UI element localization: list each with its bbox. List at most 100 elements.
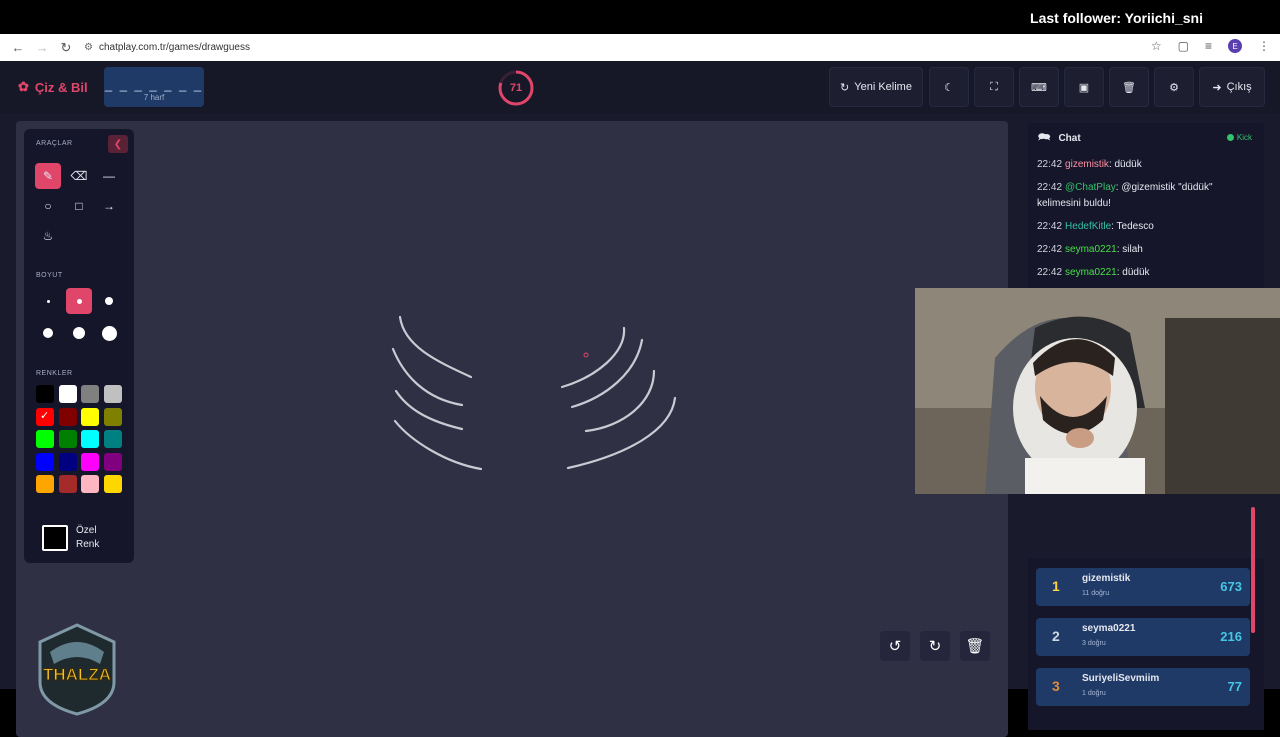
leaderboard-scrollbar[interactable] [1251,507,1255,633]
color-swatch[interactable] [103,407,122,426]
browser-menu-icon[interactable]: ⋮ [1258,39,1270,53]
clear-button[interactable]: 🗑 [1109,67,1149,107]
player-correct-count: 11 doğru [1082,590,1110,597]
color-swatch[interactable] [58,407,77,426]
color-swatch[interactable] [103,430,122,448]
custom-label-line2: Renk [76,539,100,550]
leaderboard-panel: 1 gizemistik 11 doğru 673 2 seyma0221 3 … [1028,558,1264,730]
message-time: 22:42 [1037,244,1063,255]
clear-canvas-button[interactable]: 🗑 [960,631,990,661]
message-time: 22:42 [1037,267,1063,278]
leaderboard-row: 1 gizemistik 11 doğru 673 [1036,568,1250,606]
message-time: 22:42 [1037,221,1063,232]
game-logo[interactable]: ✿ Çiz & Bil [18,79,88,95]
refresh-icon: ↻ [840,81,850,94]
chat-message: 22:42 HedefKitle: Tedesco [1037,219,1247,235]
color-swatch[interactable] [81,475,99,493]
color-swatch[interactable] [81,452,99,471]
fill-tool[interactable]: ♨ [35,223,61,249]
message-user: @ChatPlay [1065,182,1116,193]
player-correct-count: 1 doğru [1082,690,1106,697]
size-option-5[interactable] [66,320,92,346]
streamer-webcam-image [915,288,1280,494]
trash-icon: 🗑 [1122,81,1136,94]
extensions-icon[interactable]: ▢ [1178,39,1189,53]
logout-icon: ➜ [1212,81,1222,94]
profile-avatar[interactable]: E [1228,39,1242,53]
size-option-2[interactable] [66,288,92,314]
size-dot [43,328,53,338]
word-length: 7 harf [143,93,165,102]
player-name: seyma0221 [1082,623,1136,634]
last-follower-text: Last follower: Yoriichi_sni [1030,10,1203,26]
redo-button[interactable]: ↻ [920,631,950,661]
color-swatch[interactable] [58,430,77,448]
site-info-icon[interactable]: ⚙ [84,42,93,53]
color-swatch[interactable] [103,452,122,471]
line-tool[interactable]: — [96,163,122,189]
size-option-6[interactable] [96,320,122,346]
square-icon: □ [75,199,83,213]
theme-toggle-button[interactable]: ☾ [929,67,969,107]
channel-logo-image: THALZA [38,623,116,716]
color-swatch[interactable] [36,475,54,493]
arrow-tool[interactable]: → [96,193,122,219]
color-swatch[interactable] [58,385,77,403]
color-swatch[interactable] [36,452,54,471]
color-swatch[interactable] [36,430,54,448]
custom-label-line1: Özel [76,525,97,536]
bookmark-star-icon[interactable]: ☆ [1151,39,1162,53]
fullscreen-button[interactable]: ⛶ [974,67,1014,107]
media-icon[interactable]: ≡ [1205,39,1212,53]
reload-icon[interactable]: ↻ [54,40,78,56]
color-swatch[interactable] [81,385,99,403]
back-icon[interactable]: ← [6,40,30,55]
color-swatch[interactable] [58,452,77,471]
pencil-tool[interactable]: ✎ [35,163,61,189]
game-header: ✿ Çiz & Bil _ _ _ _ _ _ _ 7 harf 71 ↻ Ye… [0,61,1280,113]
color-swatch[interactable] [103,385,122,403]
message-user: gizemistik [1065,159,1109,170]
new-word-button[interactable]: ↻ Yeni Kelime [829,67,923,107]
size-option-3[interactable] [96,288,122,314]
stroke [566,396,677,470]
platform-badge: Kick [1226,133,1252,142]
eraser-icon: ⌫ [70,169,88,183]
color-swatch[interactable] [81,430,99,448]
color-swatch[interactable] [81,407,99,426]
round-timer: 71 [497,69,535,107]
chat-title: Chat [1058,132,1081,144]
forward-icon[interactable]: → [30,40,54,55]
size-dot [105,297,113,305]
color-swatch[interactable] [36,385,54,403]
archive-button[interactable]: ▣ [1064,67,1104,107]
message-time: 22:42 [1037,182,1063,193]
color-swatch[interactable] [58,475,77,493]
circle-tool[interactable]: ○ [35,193,61,219]
color-swatch[interactable] [103,475,122,493]
size-dot [76,298,82,304]
player-rank: 1 [1052,578,1060,594]
player-correct-count: 3 doğru [1082,640,1106,647]
settings-button[interactable]: ⚙ [1154,67,1194,107]
undo-icon: ↺ [888,638,902,655]
stroke [398,315,473,379]
collapse-panel-button[interactable]: ❮ [108,135,128,153]
custom-color-button[interactable]: Özel Renk [42,524,99,552]
undo-button[interactable]: ↺ [880,631,910,661]
rectangle-tool[interactable]: □ [66,193,92,219]
drawing-canvas[interactable] [16,121,1008,737]
size-option-4[interactable] [35,320,61,346]
fullscreen-icon: ⛶ [990,80,998,93]
chevron-left-icon: ❮ [113,138,123,150]
address-bar[interactable]: ⚙ chatplay.com.tr/games/drawguess [84,42,250,53]
color-swatch[interactable] [36,407,54,426]
keyboard-button[interactable]: ⌨ [1019,67,1059,107]
browser-toolbar: ← → ↻ ⚙ chatplay.com.tr/games/drawguess … [0,34,1280,61]
stroke [570,338,644,409]
stroke [391,347,464,407]
eraser-tool[interactable]: ⌫ [66,163,92,189]
player-name: gizemistik [1082,573,1131,584]
exit-button[interactable]: ➜ Çıkış [1199,67,1265,107]
size-option-1[interactable] [35,288,61,314]
